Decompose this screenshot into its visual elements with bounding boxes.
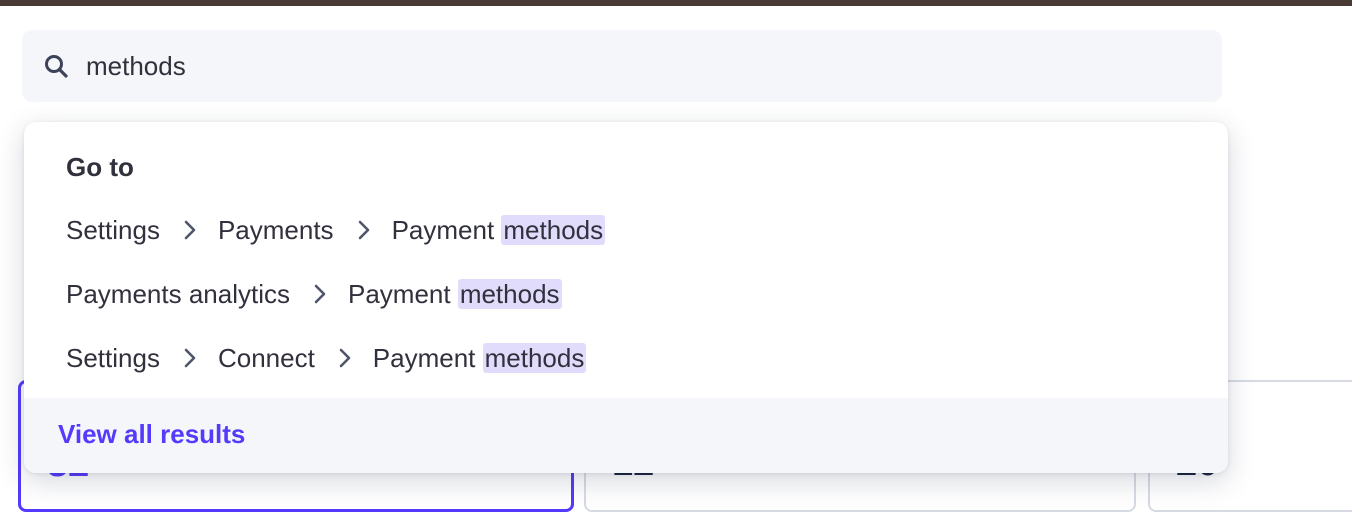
result-prefix: Payment xyxy=(347,278,458,309)
chevron-right-icon xyxy=(354,218,374,242)
match-highlight: methods xyxy=(501,214,606,245)
breadcrumb-item: Payment methods xyxy=(391,214,606,246)
top-bar xyxy=(0,0,1352,6)
result-item[interactable]: Settings Payments Payment methods xyxy=(66,208,606,252)
chevron-right-icon xyxy=(310,282,330,306)
breadcrumb-item: Payment methods xyxy=(347,278,562,310)
goto-heading: Go to xyxy=(66,152,134,182)
result-item[interactable]: Payments analytics Payment methods xyxy=(66,272,562,316)
breadcrumb-item: Payment methods xyxy=(372,342,587,374)
chevron-right-icon xyxy=(180,346,200,370)
result-item[interactable]: Settings Connect Payment methods xyxy=(66,336,587,380)
search-results-dropdown: Go to Settings Payments Payment methods … xyxy=(24,122,1228,473)
result-prefix: Payment xyxy=(372,342,483,373)
dropdown-footer: View all results xyxy=(24,398,1228,473)
breadcrumb-item: Settings xyxy=(66,214,160,245)
breadcrumb-item: Payments xyxy=(217,214,334,245)
breadcrumb-item: Payments analytics xyxy=(66,278,290,309)
search-icon xyxy=(42,52,70,80)
search-bar[interactable] xyxy=(22,30,1222,102)
breadcrumb-item: Connect xyxy=(217,342,315,373)
breadcrumb-item: Settings xyxy=(66,342,160,373)
chevron-right-icon xyxy=(180,218,200,242)
match-highlight: methods xyxy=(482,342,587,373)
search-input[interactable] xyxy=(86,44,1206,88)
result-prefix: Payment xyxy=(391,214,502,245)
view-all-results-link[interactable]: View all results xyxy=(58,419,245,450)
match-highlight: methods xyxy=(457,278,562,309)
chevron-right-icon xyxy=(335,346,355,370)
